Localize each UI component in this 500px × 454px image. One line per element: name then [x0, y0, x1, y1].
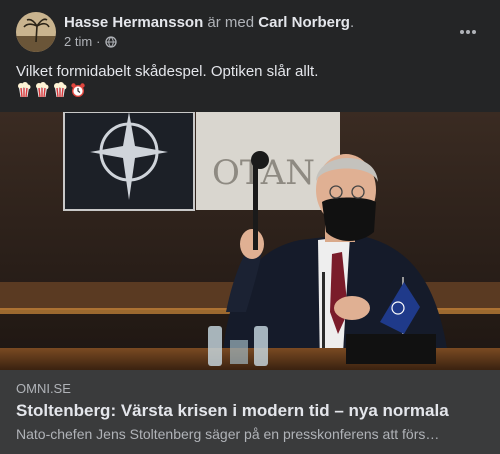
tagged-person[interactable]: Carl Norberg — [258, 14, 350, 31]
popcorn-icon — [36, 82, 49, 98]
post-title-line: Hasse Hermansson är med Carl Norberg. — [64, 13, 354, 32]
with-text: är med — [207, 14, 255, 31]
globe-icon — [104, 35, 117, 48]
post-meta: 2 tim · — [64, 34, 117, 49]
more-dots-icon — [460, 30, 476, 34]
tagged-suffix: . — [349, 14, 355, 31]
more-options-button[interactable] — [452, 16, 484, 48]
post-time[interactable]: 2 tim — [64, 34, 92, 49]
avatar[interactable] — [16, 12, 56, 52]
alarm-clock-icon — [71, 83, 85, 97]
post-header: Hasse Hermansson är med Carl Norberg. 2 … — [16, 10, 484, 54]
meta-separator: · — [96, 34, 101, 49]
post-text: Vilket formidabelt skådespel. Optiken sl… — [16, 63, 319, 80]
author-name[interactable]: Hasse Hermansson — [64, 14, 203, 31]
popcorn-icon — [18, 82, 31, 98]
link-domain: OMNI.SE — [16, 381, 71, 396]
emoji-row — [16, 82, 86, 98]
popcorn-icon — [54, 82, 67, 98]
link-headline[interactable]: Stoltenberg: Värsta krisen i modern tid … — [16, 401, 449, 421]
link-description: Nato-chefen Jens Stoltenberg säger på en… — [16, 426, 440, 442]
link-preview[interactable]: OMNI.SE Stoltenberg: Värsta krisen i mod… — [0, 370, 500, 454]
link-preview-image[interactable]: OTAN — [0, 112, 500, 370]
